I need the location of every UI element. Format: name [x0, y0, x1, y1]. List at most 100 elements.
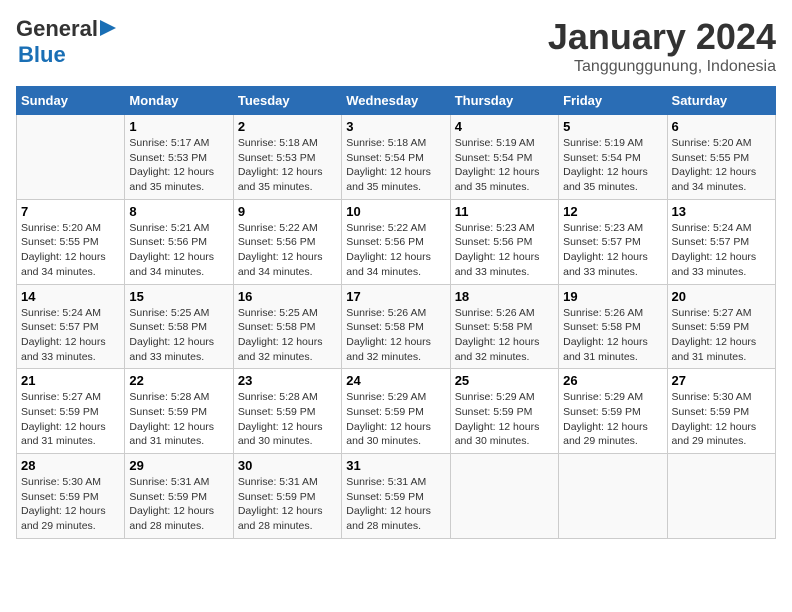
location-subtitle: Tanggunggunung, Indonesia [548, 58, 776, 76]
col-header-sunday: Sunday [17, 87, 125, 115]
calendar-cell: 20 Sunrise: 5:27 AM Sunset: 5:59 PM Dayli… [667, 284, 775, 369]
calendar-cell [17, 115, 125, 200]
calendar-cell: 23 Sunrise: 5:28 AM Sunset: 5:59 PM Dayli… [233, 369, 341, 454]
calendar-cell: 22Sunrise: 5:28 AM Sunset: 5:59 PM Dayli… [125, 369, 233, 454]
logo-blue: Blue [18, 42, 66, 68]
day-number: 6 [672, 119, 771, 134]
day-number: 11 [455, 204, 554, 219]
calendar-cell: 24 Sunrise: 5:29 AM Sunset: 5:59 PM Dayli… [342, 369, 450, 454]
day-number: 24 [346, 373, 445, 388]
day-detail: Sunrise: 5:29 AM Sunset: 5:59 PM Dayligh… [563, 390, 662, 449]
page-header: General Blue January 2024 Tanggunggunung… [16, 16, 776, 76]
calendar-cell: 19 Sunrise: 5:26 AM Sunset: 5:58 PM Dayli… [559, 284, 667, 369]
day-number: 10 [346, 204, 445, 219]
calendar-week-row: 28Sunrise: 5:30 AM Sunset: 5:59 PM Dayli… [17, 454, 776, 539]
calendar-cell: 1 Sunrise: 5:17 AM Sunset: 5:53 PM Daylig… [125, 115, 233, 200]
calendar-cell: 28Sunrise: 5:30 AM Sunset: 5:59 PM Dayli… [17, 454, 125, 539]
day-detail: Sunrise: 5:17 AM Sunset: 5:53 PM Dayligh… [129, 136, 228, 195]
day-detail: Sunrise: 5:27 AM Sunset: 5:59 PM Dayligh… [21, 390, 120, 449]
calendar-table: SundayMondayTuesdayWednesdayThursdayFrid… [16, 86, 776, 539]
day-number: 1 [129, 119, 228, 134]
col-header-tuesday: Tuesday [233, 87, 341, 115]
day-detail: Sunrise: 5:29 AM Sunset: 5:59 PM Dayligh… [455, 390, 554, 449]
calendar-cell [667, 454, 775, 539]
day-number: 20 [672, 289, 771, 304]
day-number: 14 [21, 289, 120, 304]
calendar-week-row: 21 Sunrise: 5:27 AM Sunset: 5:59 PM Dayli… [17, 369, 776, 454]
day-detail: Sunrise: 5:24 AM Sunset: 5:57 PM Dayligh… [21, 306, 120, 365]
calendar-cell: 3 Sunrise: 5:18 AM Sunset: 5:54 PM Daylig… [342, 115, 450, 200]
day-detail: Sunrise: 5:18 AM Sunset: 5:53 PM Dayligh… [238, 136, 337, 195]
day-detail: Sunrise: 5:21 AM Sunset: 5:56 PM Dayligh… [129, 221, 228, 280]
day-detail: Sunrise: 5:18 AM Sunset: 5:54 PM Dayligh… [346, 136, 445, 195]
day-number: 28 [21, 458, 120, 473]
day-number: 16 [238, 289, 337, 304]
day-detail: Sunrise: 5:25 AM Sunset: 5:58 PM Dayligh… [238, 306, 337, 365]
logo: General Blue [16, 16, 116, 68]
calendar-cell: 13 Sunrise: 5:24 AM Sunset: 5:57 PM Dayli… [667, 199, 775, 284]
calendar-cell [559, 454, 667, 539]
day-number: 21 [21, 373, 120, 388]
day-number: 13 [672, 204, 771, 219]
logo-arrow-icon [100, 20, 116, 36]
calendar-cell: 7 Sunrise: 5:20 AM Sunset: 5:55 PM Daylig… [17, 199, 125, 284]
calendar-week-row: 1 Sunrise: 5:17 AM Sunset: 5:53 PM Daylig… [17, 115, 776, 200]
col-header-wednesday: Wednesday [342, 87, 450, 115]
calendar-cell: 14 Sunrise: 5:24 AM Sunset: 5:57 PM Dayli… [17, 284, 125, 369]
day-detail: Sunrise: 5:22 AM Sunset: 5:56 PM Dayligh… [238, 221, 337, 280]
day-detail: Sunrise: 5:23 AM Sunset: 5:57 PM Dayligh… [563, 221, 662, 280]
day-detail: Sunrise: 5:20 AM Sunset: 5:55 PM Dayligh… [672, 136, 771, 195]
calendar-cell: 18Sunrise: 5:26 AM Sunset: 5:58 PM Dayli… [450, 284, 558, 369]
day-number: 8 [129, 204, 228, 219]
col-header-monday: Monday [125, 87, 233, 115]
day-number: 27 [672, 373, 771, 388]
day-detail: Sunrise: 5:25 AM Sunset: 5:58 PM Dayligh… [129, 306, 228, 365]
calendar-week-row: 7 Sunrise: 5:20 AM Sunset: 5:55 PM Daylig… [17, 199, 776, 284]
col-header-saturday: Saturday [667, 87, 775, 115]
day-number: 23 [238, 373, 337, 388]
day-number: 19 [563, 289, 662, 304]
col-header-friday: Friday [559, 87, 667, 115]
calendar-cell: 8 Sunrise: 5:21 AM Sunset: 5:56 PM Daylig… [125, 199, 233, 284]
day-number: 4 [455, 119, 554, 134]
day-number: 5 [563, 119, 662, 134]
calendar-week-row: 14 Sunrise: 5:24 AM Sunset: 5:57 PM Dayli… [17, 284, 776, 369]
day-number: 25 [455, 373, 554, 388]
day-number: 7 [21, 204, 120, 219]
calendar-cell: 26 Sunrise: 5:29 AM Sunset: 5:59 PM Dayli… [559, 369, 667, 454]
calendar-cell: 11Sunrise: 5:23 AM Sunset: 5:56 PM Dayli… [450, 199, 558, 284]
calendar-cell: 21 Sunrise: 5:27 AM Sunset: 5:59 PM Dayli… [17, 369, 125, 454]
day-number: 17 [346, 289, 445, 304]
day-detail: Sunrise: 5:31 AM Sunset: 5:59 PM Dayligh… [129, 475, 228, 534]
calendar-cell: 31Sunrise: 5:31 AM Sunset: 5:59 PM Dayli… [342, 454, 450, 539]
day-detail: Sunrise: 5:24 AM Sunset: 5:57 PM Dayligh… [672, 221, 771, 280]
day-number: 30 [238, 458, 337, 473]
calendar-cell: 30 Sunrise: 5:31 AM Sunset: 5:59 PM Dayli… [233, 454, 341, 539]
day-detail: Sunrise: 5:27 AM Sunset: 5:59 PM Dayligh… [672, 306, 771, 365]
day-detail: Sunrise: 5:28 AM Sunset: 5:59 PM Dayligh… [238, 390, 337, 449]
day-detail: Sunrise: 5:29 AM Sunset: 5:59 PM Dayligh… [346, 390, 445, 449]
day-detail: Sunrise: 5:26 AM Sunset: 5:58 PM Dayligh… [563, 306, 662, 365]
calendar-cell: 5Sunrise: 5:19 AM Sunset: 5:54 PM Daylig… [559, 115, 667, 200]
day-detail: Sunrise: 5:31 AM Sunset: 5:59 PM Dayligh… [238, 475, 337, 534]
day-number: 26 [563, 373, 662, 388]
calendar-body: 1 Sunrise: 5:17 AM Sunset: 5:53 PM Daylig… [17, 115, 776, 539]
calendar-cell: 15 Sunrise: 5:25 AM Sunset: 5:58 PM Dayli… [125, 284, 233, 369]
calendar-cell: 29 Sunrise: 5:31 AM Sunset: 5:59 PM Dayli… [125, 454, 233, 539]
day-detail: Sunrise: 5:19 AM Sunset: 5:54 PM Dayligh… [455, 136, 554, 195]
title-block: January 2024 Tanggunggunung, Indonesia [548, 16, 776, 76]
day-number: 15 [129, 289, 228, 304]
calendar-cell: 27Sunrise: 5:30 AM Sunset: 5:59 PM Dayli… [667, 369, 775, 454]
calendar-cell: 9 Sunrise: 5:22 AM Sunset: 5:56 PM Daylig… [233, 199, 341, 284]
calendar-cell: 12Sunrise: 5:23 AM Sunset: 5:57 PM Dayli… [559, 199, 667, 284]
day-number: 29 [129, 458, 228, 473]
calendar-cell: 16 Sunrise: 5:25 AM Sunset: 5:58 PM Dayli… [233, 284, 341, 369]
day-detail: Sunrise: 5:31 AM Sunset: 5:59 PM Dayligh… [346, 475, 445, 534]
day-detail: Sunrise: 5:22 AM Sunset: 5:56 PM Dayligh… [346, 221, 445, 280]
day-detail: Sunrise: 5:20 AM Sunset: 5:55 PM Dayligh… [21, 221, 120, 280]
calendar-cell [450, 454, 558, 539]
calendar-cell: 10 Sunrise: 5:22 AM Sunset: 5:56 PM Dayli… [342, 199, 450, 284]
day-number: 9 [238, 204, 337, 219]
day-number: 3 [346, 119, 445, 134]
calendar-cell: 6 Sunrise: 5:20 AM Sunset: 5:55 PM Daylig… [667, 115, 775, 200]
